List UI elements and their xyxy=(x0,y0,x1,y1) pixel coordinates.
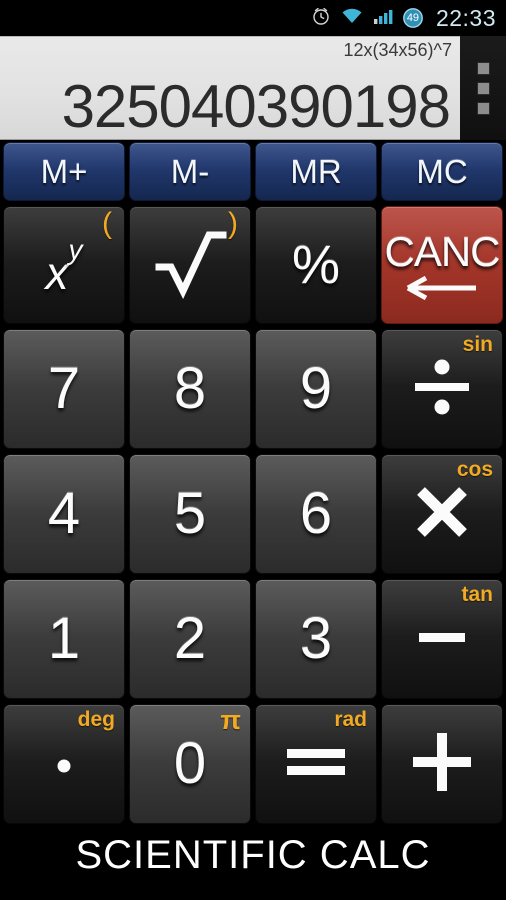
digit-9-button[interactable]: 9 xyxy=(255,329,377,449)
digit-7-button[interactable]: 7 xyxy=(3,329,125,449)
power-button[interactable]: ( xy xyxy=(3,206,125,324)
equals-icon xyxy=(287,744,345,785)
app-footer: SCIENTIFIC CALC xyxy=(0,824,506,886)
alt-label-tan: tan xyxy=(461,583,494,606)
digit-8-button[interactable]: 8 xyxy=(129,329,251,449)
key-label: 3 xyxy=(299,606,333,671)
key-label: 5 xyxy=(173,481,207,546)
decimal-point-button[interactable]: deg xyxy=(3,704,125,824)
keypad-row-123: 1 2 3 tan xyxy=(1,579,505,699)
key-label: 9 xyxy=(299,356,333,421)
digit-2-button[interactable]: 2 xyxy=(129,579,251,699)
equals-button[interactable]: rad xyxy=(255,704,377,824)
key-label: 4 xyxy=(47,481,81,546)
plus-icon xyxy=(413,732,471,796)
key-label: xy xyxy=(45,233,83,299)
divide-button[interactable]: sin xyxy=(381,329,503,449)
memory-recall-button[interactable]: MR xyxy=(255,142,377,201)
keypad-row-789: 7 8 9 sin xyxy=(1,329,505,449)
function-row: ( xy ) % CANC xyxy=(1,206,505,324)
square-root-icon xyxy=(151,227,229,304)
overflow-dot-icon xyxy=(476,61,490,75)
clock-text: 22:33 xyxy=(435,4,496,31)
key-label: CANC xyxy=(384,227,500,275)
square-root-button[interactable]: ) xyxy=(129,206,251,324)
alt-label-pi: π xyxy=(220,705,241,735)
cancel-button[interactable]: CANC xyxy=(381,206,503,324)
alarm-clock-icon xyxy=(311,6,331,31)
key-label: 2 xyxy=(173,606,207,671)
memory-add-button[interactable]: M+ xyxy=(3,142,125,201)
keypad-row-bottom: deg π 0 rad xyxy=(1,704,505,824)
overflow-menu-button[interactable] xyxy=(460,36,506,140)
minus-icon xyxy=(419,630,465,649)
multiply-icon xyxy=(411,481,473,548)
key-label: 6 xyxy=(299,481,333,546)
percent-button[interactable]: % xyxy=(255,206,377,324)
expression-text: 12x(34x56)^7 xyxy=(343,40,452,60)
alt-label-deg: deg xyxy=(77,708,115,731)
calculator-display[interactable]: 12x(34x56)^7 325040390198 xyxy=(0,36,460,140)
app-title: SCIENTIFIC CALC xyxy=(75,832,431,877)
status-bar: 49 22:33 xyxy=(0,0,506,36)
digit-5-button[interactable]: 5 xyxy=(129,454,251,574)
digit-6-button[interactable]: 6 xyxy=(255,454,377,574)
alt-label-sin: sin xyxy=(462,333,493,356)
digit-4-button[interactable]: 4 xyxy=(3,454,125,574)
alt-label-close-paren: ) xyxy=(228,207,238,240)
keypad: M+ M- MR MC ( xy ) % CANC 7 8 9 sin 4 5 … xyxy=(0,140,506,824)
key-label: MC xyxy=(416,153,468,190)
cellular-signal-icon xyxy=(373,6,393,31)
memory-row: M+ M- MR MC xyxy=(1,142,505,201)
memory-subtract-button[interactable]: M- xyxy=(129,142,251,201)
digit-3-button[interactable]: 3 xyxy=(255,579,377,699)
overflow-dot-icon xyxy=(476,101,490,115)
alt-label-open-paren: ( xyxy=(102,207,112,240)
alt-label-rad: rad xyxy=(334,708,367,731)
key-label: 8 xyxy=(173,356,207,421)
decimal-point-icon xyxy=(53,751,75,778)
alt-label-cos: cos xyxy=(456,458,493,481)
overflow-dot-icon xyxy=(476,81,490,95)
result-text: 325040390198 xyxy=(61,73,451,140)
subtract-button[interactable]: tan xyxy=(381,579,503,699)
key-label: 7 xyxy=(47,356,81,421)
backspace-arrow-icon xyxy=(404,275,480,306)
display-area: 12x(34x56)^7 325040390198 xyxy=(0,36,506,140)
divide-icon xyxy=(409,356,475,423)
key-label: 1 xyxy=(47,606,81,671)
digit-0-button[interactable]: π 0 xyxy=(129,704,251,824)
calculator-app: 49 22:33 12x(34x56)^7 325040390198 M+ M-… xyxy=(0,0,506,900)
digit-1-button[interactable]: 1 xyxy=(3,579,125,699)
keypad-row-456: 4 5 6 cos xyxy=(1,454,505,574)
wifi-icon xyxy=(340,6,364,31)
key-label: M- xyxy=(170,153,210,190)
key-label: M+ xyxy=(40,153,88,190)
multiply-button[interactable]: cos xyxy=(381,454,503,574)
memory-clear-button[interactable]: MC xyxy=(381,142,503,201)
battery-icon: 49 xyxy=(402,7,424,29)
add-button[interactable] xyxy=(381,704,503,824)
key-label: MR xyxy=(290,153,342,190)
key-label: % xyxy=(291,235,340,295)
battery-level-text: 49 xyxy=(406,12,420,24)
key-label: 0 xyxy=(173,731,207,796)
